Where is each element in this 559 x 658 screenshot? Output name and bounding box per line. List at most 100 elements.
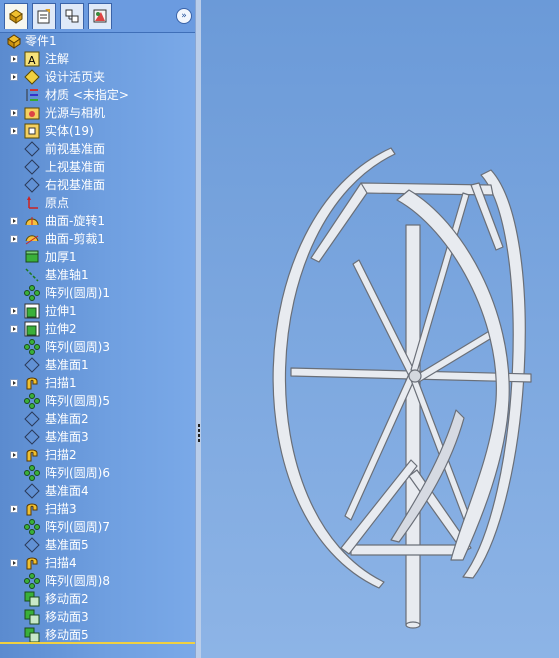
tree-root-part[interactable]: 零件1 [0,32,195,50]
tree-item[interactable]: 曲面-剪裁1 [0,230,195,248]
tree-item[interactable]: 阵列(圆周)3 [0,338,195,356]
turbine-shaft [405,224,421,626]
circular-pattern-icon [24,393,40,409]
expand-toggle-icon[interactable] [10,127,18,135]
tree-item[interactable]: 右视基准面 [0,176,195,194]
tree-item[interactable]: 基准轴1 [0,266,195,284]
tree-item-label: 扫描3 [45,502,77,516]
expand-toggle-icon[interactable] [10,109,18,117]
tree-item-label: 拉伸2 [45,322,77,336]
tree-item-label: 阵列(圆周)3 [45,340,110,354]
shaft-end [405,621,421,629]
tree-item[interactable]: 加厚1 [0,248,195,266]
lights-cameras-icon [24,105,40,121]
plane-icon [24,357,40,373]
tree-item[interactable]: 拉伸2 [0,320,195,338]
tree-item[interactable]: 阵列(圆周)6 [0,464,195,482]
tree-item[interactable]: 设计活页夹 [0,68,195,86]
tree-item[interactable]: 扫描4 [0,554,195,572]
expand-toggle-icon[interactable] [10,325,18,333]
surface-trim-icon [24,231,40,247]
tree-item[interactable]: 曲面-旋转1 [0,212,195,230]
tree-item[interactable]: 原点 [0,194,195,212]
sweep-icon [24,555,40,571]
rollback-bar[interactable] [0,642,195,644]
circular-pattern-icon [24,573,40,589]
circular-pattern-icon [24,519,40,535]
configuration-manager-tab-icon [65,9,79,23]
tree-item[interactable]: 拉伸1 [0,302,195,320]
origin-icon [24,195,40,211]
tree-item-label: 基准面3 [45,430,89,444]
tree-item-label: 材质 <未指定> [45,88,129,102]
move-face-icon [24,627,40,643]
move-face-icon [24,591,40,607]
circular-pattern-icon [24,285,40,301]
tab-property-manager[interactable] [32,3,56,29]
expand-toggle-icon[interactable] [10,307,18,315]
tree-item[interactable]: 移动面2 [0,590,195,608]
expand-toggle-icon[interactable] [10,217,18,225]
tree-item[interactable]: 阵列(圆周)8 [0,572,195,590]
extrude-icon [24,321,40,337]
solid-bodies-icon [24,123,40,139]
tree-item[interactable]: 扫描1 [0,374,195,392]
tree-item-label: 加厚1 [45,250,77,264]
design-binder-icon [24,69,40,85]
expand-toggle-icon[interactable] [10,73,18,81]
tree-item[interactable]: 基准面5 [0,536,195,554]
tree-item[interactable]: 扫描2 [0,446,195,464]
tree-item-label: 曲面-旋转1 [45,214,105,228]
tree-item-label: 阵列(圆周)7 [45,520,110,534]
tree-item[interactable]: 阵列(圆周)1 [0,284,195,302]
tree-item[interactable]: 上视基准面 [0,158,195,176]
axis-icon [24,267,40,283]
tree-item[interactable]: 前视基准面 [0,140,195,158]
tree-item[interactable]: 基准面4 [0,482,195,500]
tree-item[interactable]: 移动面3 [0,608,195,626]
tree-item[interactable]: 阵列(圆周)5 [0,392,195,410]
tree-item[interactable]: 阵列(圆周)7 [0,518,195,536]
tree-item-label: 移动面3 [45,610,89,624]
expand-toggle-icon[interactable] [10,505,18,513]
expand-panel-button[interactable]: » [176,8,192,24]
expand-toggle-icon[interactable] [10,559,18,567]
part-icon [6,33,22,49]
sweep-icon [24,501,40,517]
expand-toggle-icon[interactable] [10,235,18,243]
tab-display-manager[interactable] [88,3,112,29]
material-icon [24,87,40,103]
tab-feature-manager[interactable] [4,3,28,29]
tree-item[interactable]: 基准面3 [0,428,195,446]
expand-toggle-icon[interactable] [10,379,18,387]
tree-item[interactable]: A 注解 [0,50,195,68]
tree-item[interactable]: 扫描3 [0,500,195,518]
tree-item-label: 原点 [45,196,70,210]
plane-icon [24,483,40,499]
tree-item-label: 基准面1 [45,358,89,372]
feature-tree: 零件1 A 注解 设计活页夹材质 <未指定> 光源与相机实体(19) 前视基准面上视基准面… [0,32,195,644]
tree-item-label: 基准面4 [45,484,89,498]
feature-manager-panel: » 零件1 A 注解 设计活页夹材质 <未指定> 光源与相机实体(19) 前视基准面上视基… [0,0,195,658]
tree-item-label: 曲面-剪裁1 [45,232,105,246]
tree-item[interactable]: 材质 <未指定> [0,86,195,104]
expand-toggle-icon[interactable] [10,55,18,63]
feature-manager-tab-icon [9,9,23,24]
tree-item[interactable]: 光源与相机 [0,104,195,122]
tree-item[interactable]: 实体(19) [0,122,195,140]
extrude-icon [24,303,40,319]
sweep-icon [24,375,40,391]
expand-toggle-icon[interactable] [10,451,18,459]
wind-turbine-model [272,147,532,629]
circular-pattern-icon [24,339,40,355]
graphics-viewport[interactable] [201,0,559,658]
tree-item[interactable]: 基准面1 [0,356,195,374]
tree-item-label: 扫描1 [45,376,77,390]
tree-item[interactable]: 基准面2 [0,410,195,428]
plane-icon [24,537,40,553]
manager-tab-bar: » [0,0,195,33]
display-manager-tab-icon [93,9,107,23]
tree-item-label: 上视基准面 [45,160,106,174]
tree-item-label: 光源与相机 [45,106,106,120]
tab-configuration-manager[interactable] [60,3,84,29]
